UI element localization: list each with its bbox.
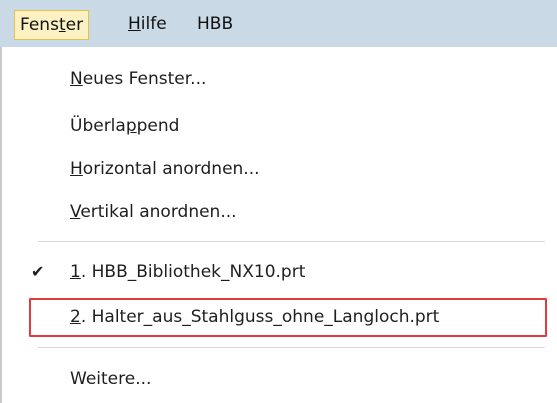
menu-left-border xyxy=(0,47,2,403)
menu-item-window-1[interactable]: 1. HBB_Bibliothek_NX10.prt xyxy=(70,260,305,284)
menu-item-label-end: pend xyxy=(136,116,180,136)
menu-bar: Fenster Hilfe HBB xyxy=(0,0,557,47)
menu-hilfe-mnemonic: H xyxy=(128,14,141,34)
menu-item-horizontal-anordnen[interactable]: Horizontal anordnen... xyxy=(70,157,260,181)
menu-fenster-label-start: Fens xyxy=(20,15,59,35)
menu-hbb[interactable]: HBB xyxy=(197,11,233,38)
mnemonic: H xyxy=(70,159,83,179)
menu-item-vertikal-anordnen[interactable]: Vertikal anordnen... xyxy=(70,200,237,224)
mnemonic: V xyxy=(70,202,81,222)
mnemonic: 1 xyxy=(70,262,81,282)
menu-fenster[interactable]: Fenster xyxy=(14,10,90,40)
menu-item-label: ertikal anordnen... xyxy=(80,202,237,222)
menu-separator xyxy=(38,347,545,348)
mnemonic: 2 xyxy=(70,307,81,327)
menu-hilfe[interactable]: Hilfe xyxy=(128,11,167,38)
menu-item-label-start: Überla xyxy=(70,116,126,136)
menu-hilfe-label-end: ilfe xyxy=(140,14,167,34)
menu-fenster-label-end: er xyxy=(65,15,84,35)
application-window: Fenster Hilfe HBB Neues Fenster... Überl… xyxy=(0,0,557,403)
fenster-dropdown-menu xyxy=(0,47,545,403)
menu-item-label: . Halter_aus_Stahlguss_ohne_Langloch.prt xyxy=(80,307,440,327)
menu-separator xyxy=(38,241,545,242)
menu-item-window-2[interactable]: 2. Halter_aus_Stahlguss_ohne_Langloch.pr… xyxy=(70,305,439,329)
menu-item-label: eues Fenster... xyxy=(82,69,207,89)
menu-item-weitere[interactable]: Weitere... xyxy=(70,367,151,391)
menu-item-ueberlappend[interactable]: Überlappend xyxy=(70,114,179,138)
menu-item-label: Weitere... xyxy=(70,369,152,389)
menu-item-label: . HBB_Bibliothek_NX10.prt xyxy=(80,262,306,282)
mnemonic: p xyxy=(125,116,137,136)
mnemonic: N xyxy=(70,69,83,89)
menu-hbb-label: HBB xyxy=(197,14,234,34)
menu-fenster-mnemonic: t xyxy=(58,15,66,35)
menu-item-neues-fenster[interactable]: Neues Fenster... xyxy=(70,67,206,91)
checkmark-icon: ✔ xyxy=(31,262,45,281)
menu-item-label: orizontal anordnen... xyxy=(82,159,260,179)
